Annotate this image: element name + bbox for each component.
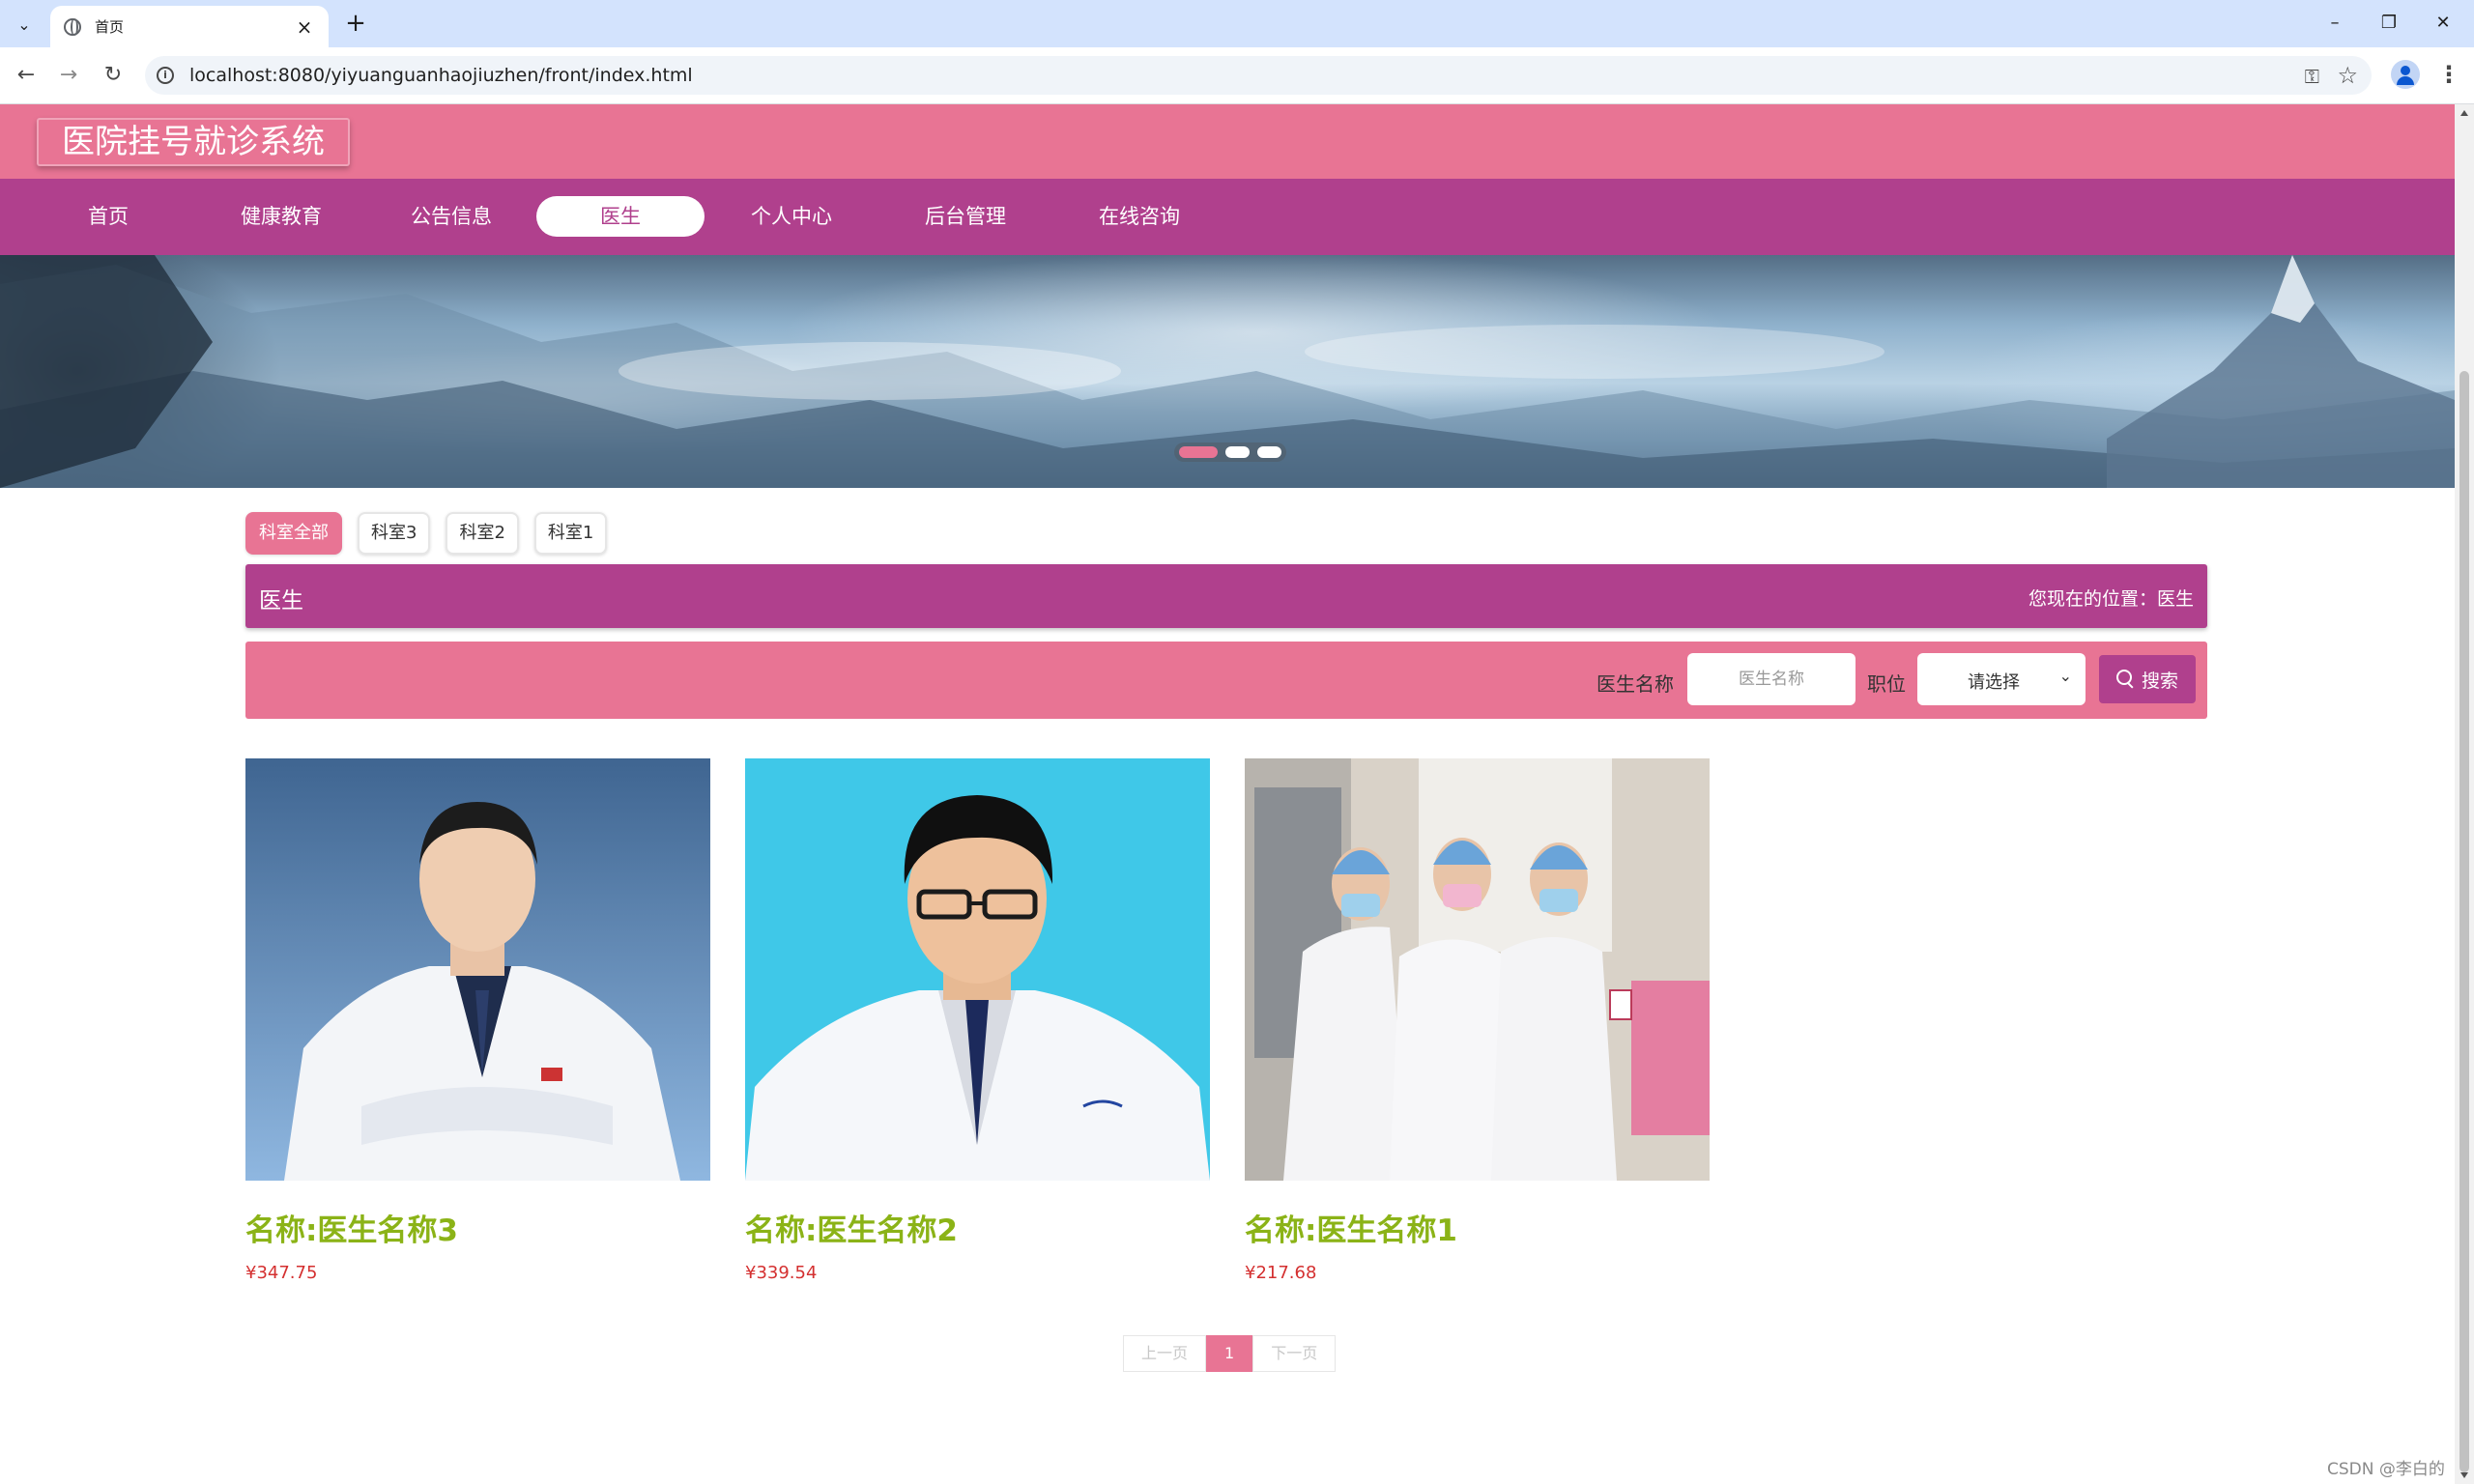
search-button-label: 搜索 bbox=[2141, 670, 2178, 692]
doctor-photo[interactable] bbox=[745, 758, 1210, 1181]
restore-icon[interactable]: ❐ bbox=[2366, 8, 2412, 39]
browser-toolbar: ← → ↻ i localhost:8080/yiyuanguanhaojiuz… bbox=[0, 47, 2474, 104]
search-button[interactable]: 搜索 bbox=[2099, 655, 2196, 703]
profile-avatar-icon[interactable] bbox=[2391, 60, 2420, 89]
nav-item-personal-center[interactable]: 个人中心 bbox=[731, 196, 852, 237]
page-scrollbar[interactable] bbox=[2455, 104, 2474, 1484]
scrollbar-thumb[interactable] bbox=[2460, 371, 2469, 1472]
nav-item-doctors[interactable]: 医生 bbox=[536, 196, 705, 237]
position-select-value: 请选择 bbox=[1968, 672, 2020, 693]
position-label: 职位 bbox=[1867, 672, 1906, 696]
nav-item-online-consult[interactable]: 在线咨询 bbox=[1079, 196, 1200, 237]
doctor-card-list: 名称:医生名称3 ¥347.75 名称:医生名称2 ¥339.54 名称:医生名… bbox=[245, 758, 1710, 1283]
nav-item-announcements[interactable]: 公告信息 bbox=[390, 196, 512, 237]
page-viewport: 医院挂号就诊系统 首页 健康教育 公告信息 医生 个人中心 后台管理 在线咨询 … bbox=[0, 104, 2455, 1484]
doctor-portrait-image bbox=[245, 758, 710, 1181]
forward-arrow-icon[interactable]: → bbox=[52, 59, 85, 92]
site-title[interactable]: 医院挂号就诊系统 bbox=[37, 118, 350, 166]
pagination: 上一页 1 下一页 bbox=[1123, 1335, 1337, 1372]
nav-item-home[interactable]: 首页 bbox=[60, 196, 157, 237]
site-nav: 首页 健康教育 公告信息 医生 个人中心 后台管理 在线咨询 bbox=[0, 179, 2455, 255]
department-tab-3[interactable]: 科室3 bbox=[358, 512, 431, 555]
carousel-dot-3[interactable] bbox=[1257, 446, 1281, 458]
nav-item-admin[interactable]: 后台管理 bbox=[905, 196, 1026, 237]
site-info-icon[interactable]: i bbox=[157, 67, 174, 84]
doctor-photo[interactable] bbox=[245, 758, 710, 1181]
password-key-icon[interactable]: ⚿ bbox=[2305, 65, 2319, 88]
scroll-down-arrow-icon[interactable] bbox=[2460, 1472, 2468, 1478]
bookmark-star-icon[interactable]: ☆ bbox=[2337, 62, 2358, 89]
window-close-icon[interactable]: ✕ bbox=[2420, 8, 2466, 39]
scroll-up-arrow-icon[interactable] bbox=[2460, 110, 2468, 116]
section-title: 医生 bbox=[259, 588, 303, 614]
minimize-icon[interactable]: – bbox=[2312, 8, 2358, 39]
breadcrumb-location: 您现在的位置：医生 bbox=[2028, 588, 2194, 610]
department-tab-all[interactable]: 科室全部 bbox=[245, 512, 342, 555]
carousel-dot-2[interactable] bbox=[1225, 446, 1250, 458]
chevron-down-icon: ⌄ bbox=[2058, 667, 2072, 685]
doctor-card[interactable]: 名称:医生名称2 ¥339.54 bbox=[745, 758, 1210, 1283]
nurses-group-image bbox=[1245, 758, 1710, 1181]
tab-title: 首页 bbox=[95, 18, 125, 36]
department-tab-1[interactable]: 科室1 bbox=[533, 512, 608, 555]
position-select[interactable]: 请选择 ⌄ bbox=[1917, 653, 2086, 705]
carousel-dot-1[interactable] bbox=[1179, 446, 1218, 458]
doctor-name[interactable]: 名称:医生名称2 bbox=[745, 1206, 1210, 1249]
doctor-card[interactable]: 名称:医生名称1 ¥217.68 bbox=[1245, 758, 1710, 1283]
doctor-name-label: 医生名称 bbox=[1597, 672, 1674, 696]
doctor-name[interactable]: 名称:医生名称3 bbox=[245, 1206, 710, 1249]
address-url[interactable]: localhost:8080/yiyuanguanhaojiuzhen/fron… bbox=[189, 65, 693, 86]
pagination-page-current[interactable]: 1 bbox=[1206, 1335, 1253, 1372]
doctor-name[interactable]: 名称:医生名称1 bbox=[1245, 1206, 1710, 1249]
search-icon bbox=[2115, 670, 2136, 689]
reload-icon[interactable]: ↻ bbox=[97, 59, 129, 92]
search-bar: 医生名称 职位 请选择 ⌄ 搜索 bbox=[245, 642, 2207, 719]
globe-icon bbox=[64, 17, 81, 36]
doctor-price: ¥347.75 bbox=[245, 1263, 318, 1283]
csdn-watermark: CSDN @李白的粉 bbox=[2327, 1460, 2445, 1479]
browser-tab-active[interactable]: 首页 × bbox=[50, 6, 329, 47]
section-header: 医生 您现在的位置：医生 bbox=[245, 564, 2207, 628]
browser-tab-bar: ⌄ 首页 × + – ❐ ✕ bbox=[0, 0, 2474, 47]
browser-menu-kebab-icon[interactable]: ⋮ bbox=[2437, 60, 2460, 89]
doctor-card[interactable]: 名称:医生名称3 ¥347.75 bbox=[245, 758, 710, 1283]
back-arrow-icon[interactable]: ← bbox=[10, 59, 43, 92]
doctor-name-input[interactable] bbox=[1687, 653, 1856, 705]
pagination-prev[interactable]: 上一页 bbox=[1123, 1335, 1207, 1372]
nav-item-health-education[interactable]: 健康教育 bbox=[220, 196, 342, 237]
department-tab-2[interactable]: 科室2 bbox=[446, 512, 519, 555]
doctor-price: ¥339.54 bbox=[745, 1263, 818, 1283]
pagination-next[interactable]: 下一页 bbox=[1252, 1335, 1337, 1372]
doctor-portrait-image bbox=[745, 758, 1210, 1181]
department-tabs: 科室全部 科室3 科室2 科室1 bbox=[245, 512, 608, 555]
doctor-photo[interactable] bbox=[1245, 758, 1710, 1181]
new-tab-plus-icon[interactable]: + bbox=[340, 10, 371, 39]
tab-close-icon[interactable]: × bbox=[294, 15, 315, 39]
address-bar[interactable]: i localhost:8080/yiyuanguanhaojiuzhen/fr… bbox=[145, 56, 2372, 95]
tab-search-chevron-icon[interactable]: ⌄ bbox=[8, 10, 41, 39]
site-header: 医院挂号就诊系统 bbox=[0, 104, 2455, 179]
carousel-indicators bbox=[1174, 442, 1286, 462]
doctor-price: ¥217.68 bbox=[1245, 1263, 1317, 1283]
